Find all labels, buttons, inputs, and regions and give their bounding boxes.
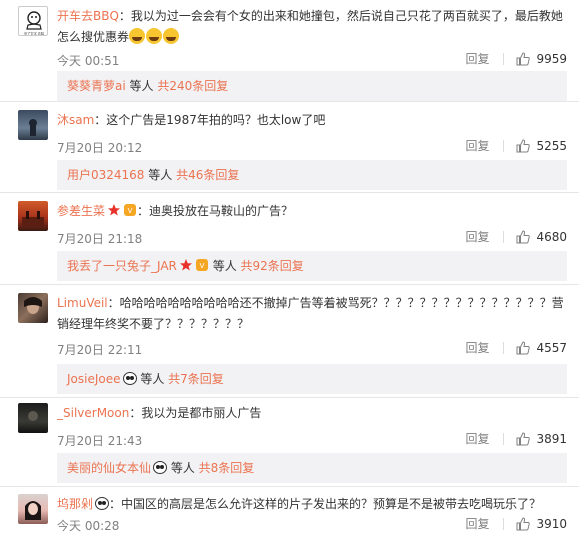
comment-username[interactable]: 开车去BBQ [57, 9, 119, 23]
panda-emoji-icon [153, 461, 168, 474]
laugh-cry-emoji-icon [163, 28, 180, 44]
reply-count-link[interactable]: 共46条回复 [176, 168, 239, 182]
star-badge-icon [108, 204, 121, 216]
vip-badge-icon: V [124, 204, 137, 216]
comment-text: 开车去BBQ：我以为过一会会有个女的出来和她撞包，然后说自己只花了两百就买了，最… [57, 9, 563, 44]
reply-username[interactable]: 用户0324168 [67, 168, 144, 182]
avatar[interactable]: 没了文字 清除 [18, 6, 48, 36]
comment-body: 沐sam：这个广告是1987年拍的吗？也太low了吧 7月20日 20:12 回… [57, 110, 567, 157]
reply-button[interactable]: 回复 [465, 50, 489, 67]
like-button[interactable]: 9959 [516, 52, 567, 66]
svg-text:V: V [199, 262, 204, 270]
comment-body: 参差生菜 V ：迪奥投放在马鞍山的广告？ 7月20日 21:18 回复 4680 [57, 201, 567, 248]
laugh-cry-emoji-icon [146, 28, 163, 44]
reply-button[interactable]: 回复 [465, 228, 489, 245]
comment-body: 坞那剁 ：中国区的高层是怎么允许这样的片子发出来的？预算是不是被带去吃喝玩乐了？ … [57, 494, 567, 535]
divider [503, 341, 505, 354]
comment-username[interactable]: 沐sam [57, 113, 94, 127]
vip-badge-icon: V [195, 259, 208, 271]
comment-body: LimuVeil：哈哈哈哈哈哈哈哈哈哈还不撤掉广告等着被骂死？？？？？？？？？？… [57, 293, 567, 359]
divider [0, 192, 579, 193]
thumbs-up-icon [516, 229, 531, 243]
divider [0, 397, 579, 398]
comment-text: _SilverMoon：我以为是都市丽人广告 [57, 406, 262, 420]
divider [503, 52, 505, 65]
reply-summary[interactable]: JosieJoee 等人 共7条回复 [57, 364, 567, 394]
thumbs-up-icon [516, 516, 531, 530]
like-count: 4680 [536, 229, 567, 244]
thumbs-up-icon [516, 51, 531, 65]
comment-username[interactable]: 坞那剁 [57, 497, 93, 511]
reply-button[interactable]: 回复 [465, 137, 489, 154]
reply-summary[interactable]: 用户0324168 等人 共46条回复 [57, 160, 567, 190]
like-count: 5255 [536, 138, 567, 153]
avatar[interactable] [18, 110, 48, 140]
comment-username[interactable]: 参差生菜 [57, 204, 105, 218]
comment-text: 参差生菜 V ：迪奥投放在马鞍山的广告？ [57, 204, 294, 218]
comment-text: LimuVeil：哈哈哈哈哈哈哈哈哈哈还不撤掉广告等着被骂死？？？？？？？？？？… [57, 296, 564, 331]
comment-body: _SilverMoon：我以为是都市丽人广告 7月20日 21:43 回复 38… [57, 403, 567, 450]
avatar[interactable] [18, 403, 48, 433]
comment-time: 今天 00:51 [57, 54, 120, 68]
comment-time: 7月20日 21:43 [57, 434, 143, 448]
reply-count-link[interactable]: 共92条回复 [241, 259, 304, 273]
divider [0, 284, 579, 285]
divider [503, 139, 505, 152]
comment-body: 开车去BBQ：我以为过一会会有个女的出来和她撞包，然后说自己只花了两百就买了，最… [57, 6, 567, 70]
reply-username[interactable]: 美丽的仙女本仙 [67, 461, 151, 475]
comment-time: 今天 00:28 [57, 519, 120, 533]
thumbs-up-icon [516, 340, 531, 354]
comment-time: 7月20日 20:12 [57, 141, 143, 155]
reply-count-link[interactable]: 共7条回复 [168, 372, 224, 386]
divider [0, 486, 579, 487]
laugh-cry-emoji-icon [129, 28, 146, 44]
reply-button[interactable]: 回复 [465, 339, 489, 356]
avatar[interactable] [18, 293, 48, 323]
divider [503, 230, 505, 243]
svg-text:V: V [128, 207, 133, 215]
like-button[interactable]: 4680 [516, 230, 567, 244]
avatar[interactable] [18, 201, 48, 231]
like-count: 3891 [536, 431, 567, 446]
comment-username[interactable]: _SilverMoon [57, 406, 129, 420]
comment-time: 7月20日 22:11 [57, 343, 143, 357]
panda-emoji-icon [95, 497, 110, 510]
reply-username[interactable]: JosieJoee [67, 372, 121, 386]
divider [0, 101, 579, 102]
reply-count-link[interactable]: 共8条回复 [199, 461, 255, 475]
like-button[interactable]: 5255 [516, 139, 567, 153]
thumbs-up-icon [516, 138, 531, 152]
reply-button[interactable]: 回复 [465, 515, 489, 532]
like-button[interactable]: 3891 [516, 432, 567, 446]
like-count: 9959 [536, 51, 567, 66]
reply-summary[interactable]: 我丢了一只兔子_JAR V 等人 共92条回复 [57, 251, 567, 281]
like-count: 3910 [536, 516, 567, 531]
reply-summary[interactable]: 美丽的仙女本仙 等人 共8条回复 [57, 453, 567, 483]
svg-text:没了文字 清除: 没了文字 清除 [24, 31, 45, 36]
divider [503, 517, 505, 530]
like-count: 4557 [536, 340, 567, 355]
comment-text: 坞那剁 ：中国区的高层是怎么允许这样的片子发出来的？预算是不是被带去吃喝玩乐了？ [57, 497, 542, 511]
reply-username[interactable]: 我丢了一只兔子_JAR [67, 259, 177, 273]
thumbs-up-icon [516, 431, 531, 445]
like-button[interactable]: 3910 [516, 517, 567, 531]
reply-count-link[interactable]: 共240条回复 [157, 79, 228, 93]
comment-time: 7月20日 21:18 [57, 232, 143, 246]
reply-summary[interactable]: 葵葵青萝ai 等人 共240条回复 [57, 71, 567, 101]
reply-username[interactable]: 葵葵青萝ai [67, 79, 126, 93]
comment-username[interactable]: LimuVeil [57, 296, 108, 310]
avatar[interactable] [18, 494, 48, 524]
panda-emoji-icon [122, 372, 137, 385]
star-badge-icon [179, 259, 192, 271]
reply-button[interactable]: 回复 [465, 430, 489, 447]
comment-text: 沐sam：这个广告是1987年拍的吗？也太low了吧 [57, 113, 326, 127]
like-button[interactable]: 4557 [516, 341, 567, 355]
divider [503, 432, 505, 445]
